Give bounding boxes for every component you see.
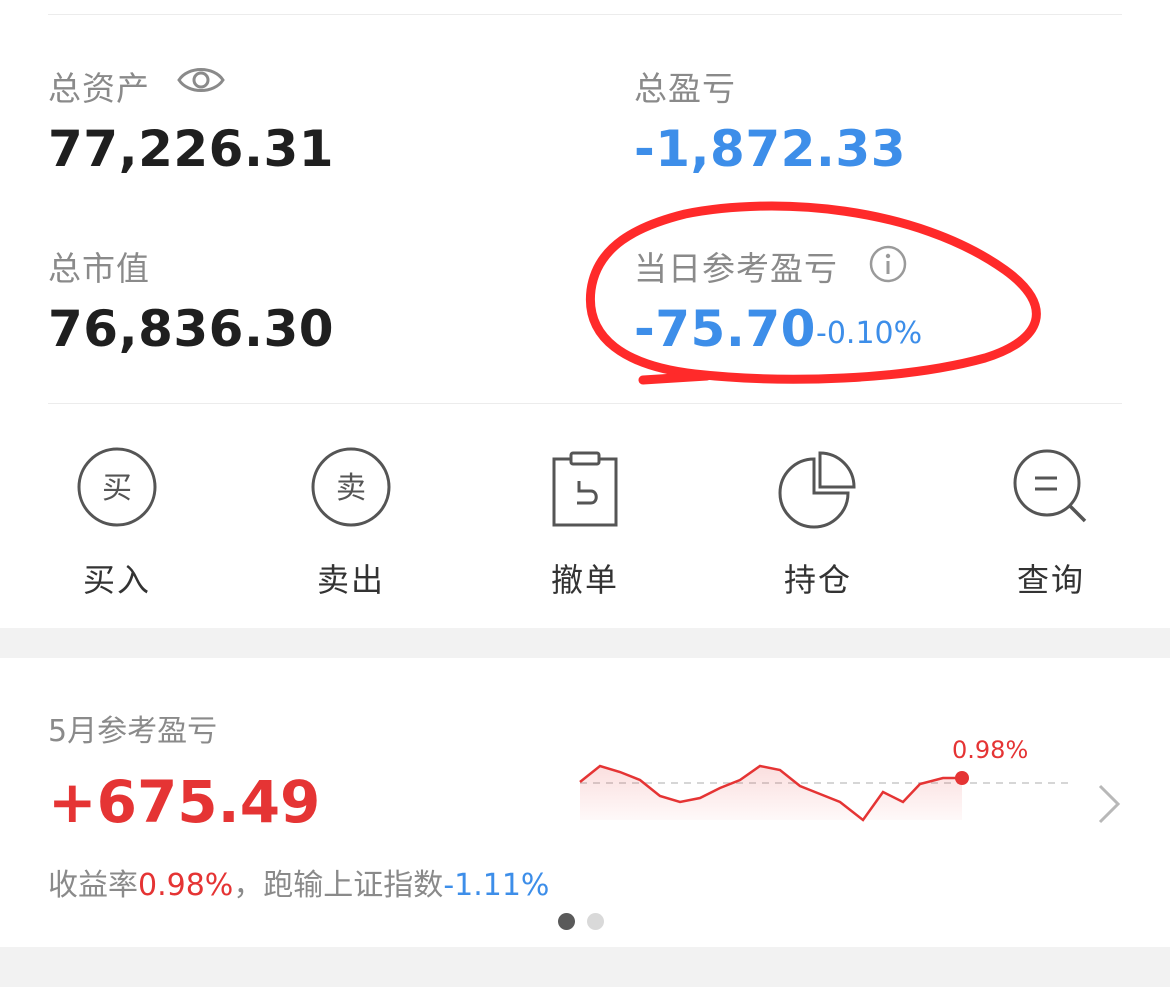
info-icon[interactable] [868,244,908,284]
daily-ref-pnl-pct: -0.10% [816,316,923,351]
sparkline-area [580,766,962,820]
summary-divider [48,403,1122,404]
eye-icon[interactable] [176,62,226,98]
buy-button[interactable]: 买 买入 [47,445,187,601]
query-button[interactable]: 查询 [981,445,1121,601]
sell-icon-text: 卖 [336,471,366,506]
pager-dots [558,913,616,934]
section-separator [0,628,1170,658]
holdings-label: 持仓 [783,561,852,599]
buy-icon-text: 买 [102,471,132,506]
sell-button[interactable]: 卖 卖出 [281,445,421,601]
cancel-order-icon [552,451,618,527]
total-assets-value: 77,226.31 [48,120,335,178]
monthly-note: 收益率0.98%，跑输上证指数-1.11% [48,860,549,904]
market-value-label: 总市值 [48,249,150,288]
monthly-value: +675.49 [48,768,321,836]
bottom-separator [0,947,1170,987]
sparkline-end-label: 0.98% [952,736,1029,764]
top-divider [48,14,1122,15]
chevron-right-icon[interactable] [1094,782,1122,826]
cancel-order-label: 撤单 [550,561,619,599]
daily-ref-pnl-value: -75.70 [634,300,816,358]
query-label: 查询 [1016,561,1085,599]
sparkline-end-point [955,771,969,785]
query-icon [1013,449,1087,523]
sell-label: 卖出 [316,561,385,599]
note-prefix: 收益率 [48,868,138,903]
holdings-icon [778,451,856,529]
market-value-value: 76,836.30 [48,300,335,358]
pager-dot[interactable] [587,913,604,930]
cancel-order-button[interactable]: 撤单 [515,445,655,601]
holdings-button[interactable]: 持仓 [748,445,888,601]
buy-label: 买入 [82,561,151,599]
red-circle-annotation [585,201,1041,385]
monthly-title: 5月参考盈亏 [48,714,218,749]
buy-icon: 买 [77,447,157,527]
pager-dot-active[interactable] [558,913,575,930]
sell-icon: 卖 [311,447,391,527]
return-pct: 0.98% [138,868,234,903]
total-assets-label: 总资产 [48,69,150,108]
total-pnl-label: 总盈亏 [634,69,736,108]
total-pnl-value: -1,872.33 [634,120,906,178]
vs-index-pct: -1.11% [443,868,550,903]
daily-ref-pnl-label: 当日参考盈亏 [634,249,838,288]
note-mid: ，跑输上证指数 [233,868,444,903]
action-bar: 买 买入 卖 卖出 撤单 持仓 查询 [0,445,1170,599]
